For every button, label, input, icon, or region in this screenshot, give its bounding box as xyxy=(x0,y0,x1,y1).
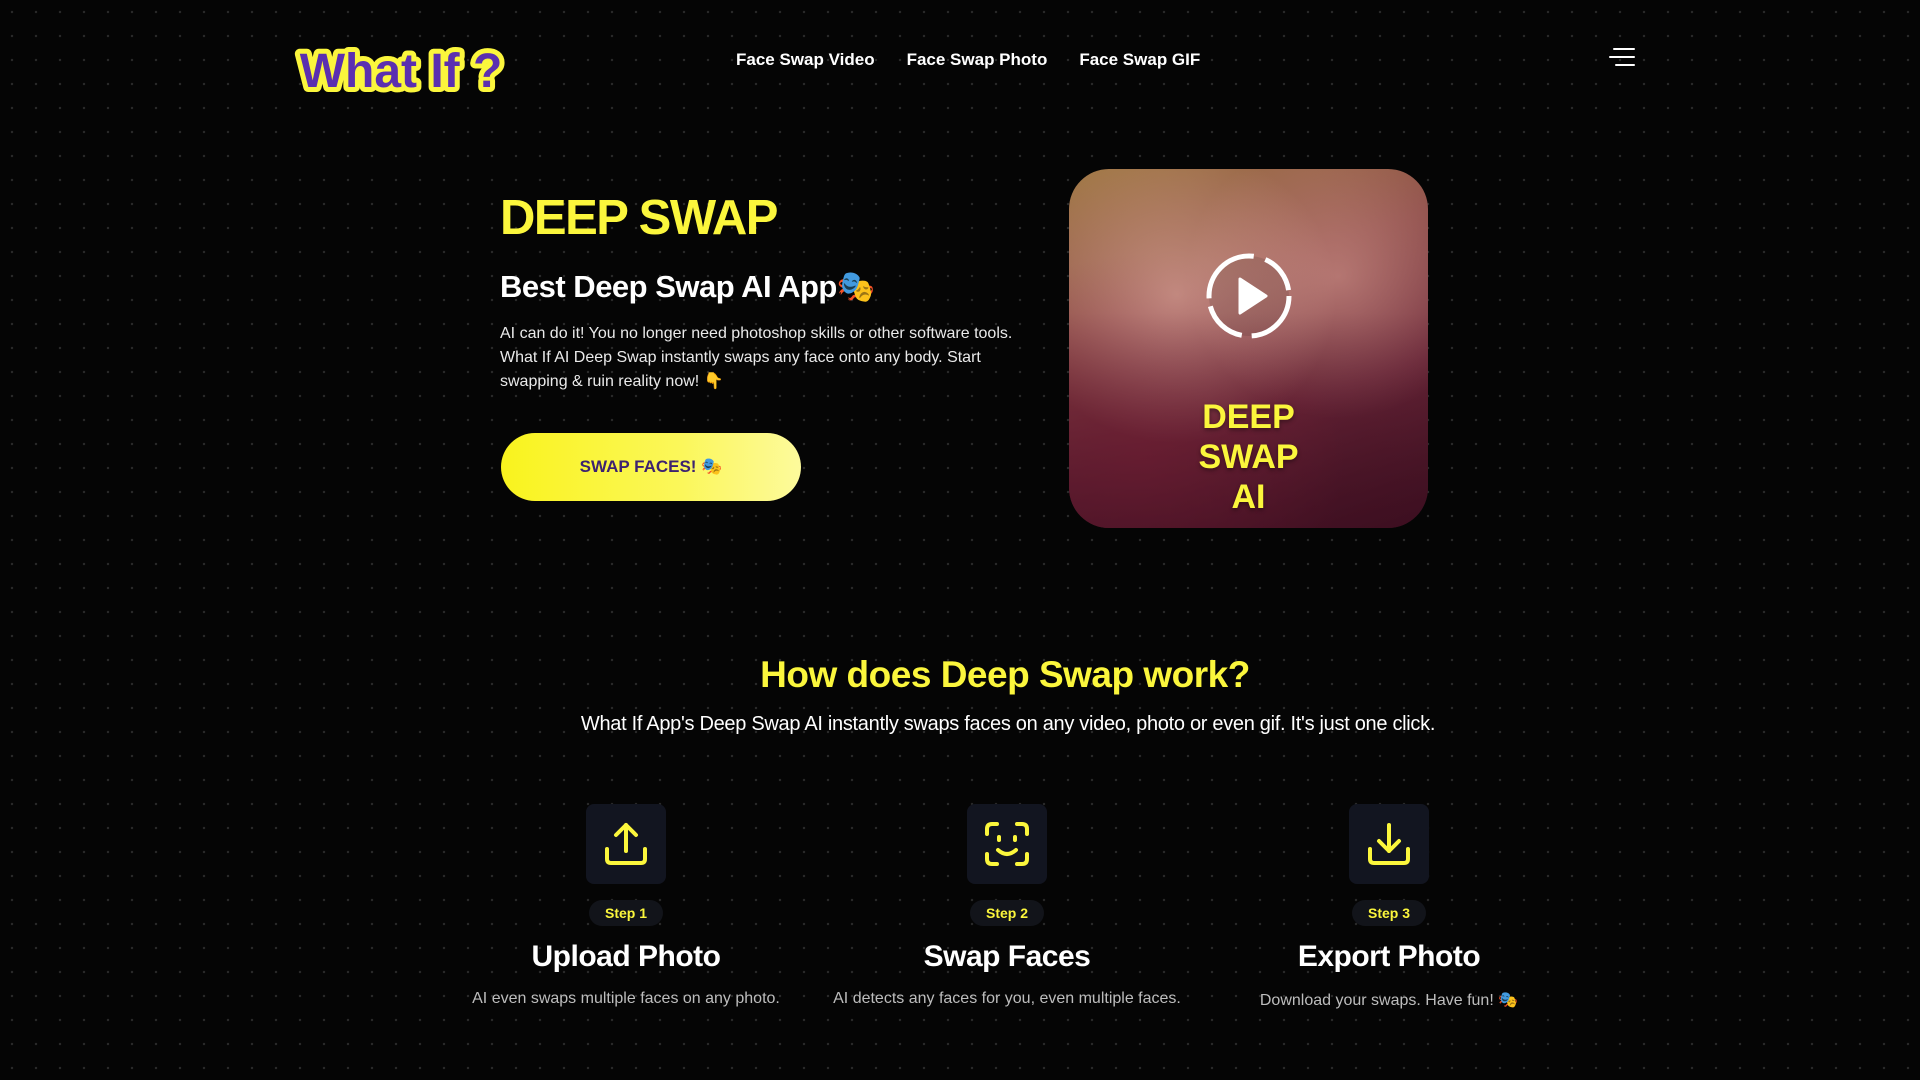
nav-face-swap-photo[interactable]: Face Swap Photo xyxy=(907,50,1048,70)
video-thumbnail[interactable]: DEEP SWAP AI xyxy=(1069,169,1428,528)
nav-face-swap-gif[interactable]: Face Swap GIF xyxy=(1079,50,1200,70)
step-badge: Step 2 xyxy=(969,900,1044,926)
video-overlay-text: DEEP SWAP AI xyxy=(1069,397,1428,517)
step-card: Step 3 Export Photo Download your swaps.… xyxy=(1199,804,1579,1010)
step-card: Step 2 Swap Faces AI detects any faces f… xyxy=(817,804,1197,1008)
how-it-works-subtitle: What If App's Deep Swap AI instantly swa… xyxy=(580,713,1436,735)
hero-title: DEEP SWAP xyxy=(500,191,778,245)
step-description: Download your swaps. Have fun! 🎭 xyxy=(1259,992,1519,1009)
step-description: AI detects any faces for you, even multi… xyxy=(833,990,1181,1007)
nav-face-swap-video[interactable]: Face Swap Video xyxy=(736,50,875,70)
hamburger-menu-icon[interactable] xyxy=(1609,46,1635,70)
step-badge: Step 3 xyxy=(1351,900,1426,926)
step-title: Export Photo xyxy=(1297,940,1481,973)
download-icon xyxy=(1349,804,1429,884)
how-it-works-title: How does Deep Swap work? xyxy=(760,654,1250,695)
upload-icon xyxy=(586,804,666,884)
logo-text: What If ? xyxy=(300,45,503,98)
face-scan-icon xyxy=(967,804,1047,884)
swap-faces-button[interactable]: SWAP FACES! 🎭 xyxy=(501,433,801,501)
hero-subtitle: Best Deep Swap AI App🎭 xyxy=(500,269,875,304)
step-title: Upload Photo xyxy=(531,940,721,973)
step-description: AI even swaps multiple faces on any phot… xyxy=(472,990,780,1007)
step-title: Swap Faces xyxy=(923,940,1091,973)
step-card: Step 1 Upload Photo AI even swaps multip… xyxy=(436,804,816,1008)
play-circle-icon[interactable] xyxy=(1204,251,1294,341)
video-overlay-line: SWAP xyxy=(1198,438,1299,476)
step-badge: Step 1 xyxy=(588,900,663,926)
top-nav: Face Swap Video Face Swap Photo Face Swa… xyxy=(736,50,1200,70)
video-overlay-line: DEEP xyxy=(1202,398,1295,436)
logo-graphic: What If ? What If ? xyxy=(295,40,508,103)
hero-description: AI can do it! You no longer need photosh… xyxy=(500,325,1013,390)
video-overlay-line: AI xyxy=(1231,478,1266,516)
logo[interactable]: What If ? What If ? xyxy=(283,40,519,103)
